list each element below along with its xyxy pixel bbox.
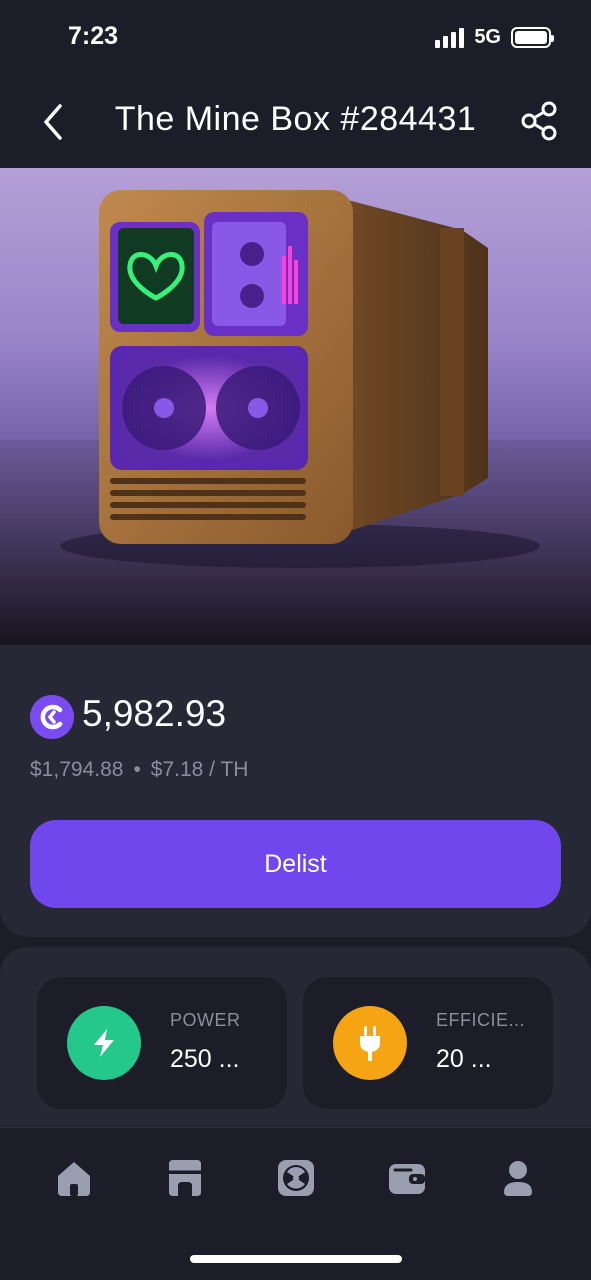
network-label: 5G <box>474 26 501 48</box>
tab-home[interactable] <box>54 1158 94 1198</box>
tab-profile[interactable] <box>498 1158 538 1198</box>
stat-value: 250 ... <box>170 1045 240 1073</box>
store-icon <box>169 1160 201 1196</box>
lightning-icon <box>67 1006 141 1080</box>
price-subtitle: $1,794.88 • $7.18 / TH <box>30 758 248 782</box>
stat-value: 20 ... <box>436 1045 492 1073</box>
miner-icon <box>278 1160 314 1196</box>
wallet-icon <box>389 1164 425 1194</box>
stat-label: POWER <box>170 1010 241 1030</box>
battery-icon <box>511 27 554 48</box>
coin-icon <box>30 695 74 739</box>
status-bar: 7:23 5G <box>0 0 591 80</box>
stat-label: EFFICIE... <box>436 1010 526 1030</box>
status-time: 7:23 <box>68 22 119 50</box>
mine-box-image <box>0 168 591 645</box>
price-per-th: $7.18 / TH <box>150 758 249 781</box>
stat-card-efficiency: EFFICIE... 20 ... <box>303 977 553 1109</box>
price-separator: • <box>133 758 141 781</box>
price-amount: 5,982.93 <box>82 693 227 734</box>
price-card: 5,982.93 $1,794.88 • $7.18 / TH Delist <box>0 645 591 937</box>
plug-icon <box>333 1006 407 1080</box>
home-indicator[interactable] <box>190 1255 402 1263</box>
tab-miner[interactable] <box>276 1158 316 1198</box>
page-title: The Mine Box #284431 <box>114 100 477 138</box>
price-usd: $1,794.88 <box>30 758 124 781</box>
tab-store[interactable] <box>165 1158 205 1198</box>
tab-wallet[interactable] <box>387 1158 427 1198</box>
status-indicators: 5G <box>435 26 554 49</box>
home-icon <box>58 1162 90 1196</box>
stat-card-power: POWER 250 ... <box>37 977 287 1109</box>
delist-button[interactable]: Delist <box>30 820 561 908</box>
profile-icon <box>504 1161 532 1196</box>
share-button[interactable] <box>519 100 561 142</box>
nav-header: The Mine Box #284431 <box>0 80 591 168</box>
signal-icon <box>435 27 465 48</box>
stats-section: POWER 250 ... EFFICIE... 20 ... <box>0 947 591 1147</box>
share-icon <box>521 101 557 141</box>
